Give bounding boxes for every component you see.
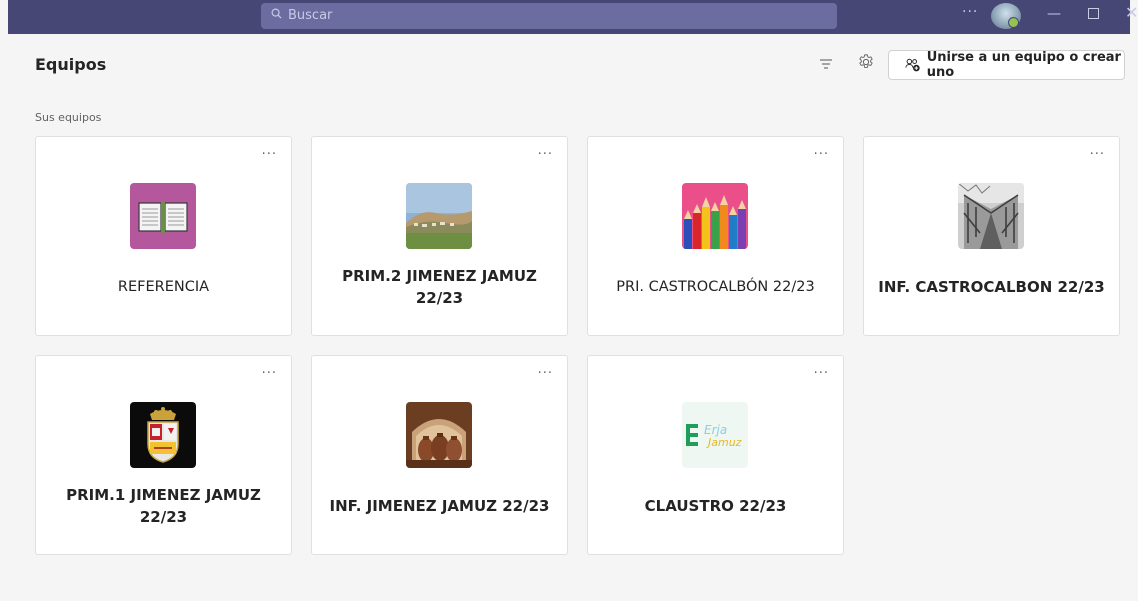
- pencils-photo: [682, 183, 748, 249]
- search-placeholder: Buscar: [288, 8, 333, 23]
- bridge-photo: [958, 183, 1024, 249]
- team-card-inf-jimenez-jamuz[interactable]: ··· INF. JIMENEZ JAMUZ 22/23: [311, 355, 568, 555]
- svg-text:Jamuz: Jamuz: [706, 436, 742, 449]
- title-bar: Buscar ··· — ✕: [0, 0, 1138, 36]
- team-name: PRIM.2 JIMENEZ JAMUZ 22/23: [342, 267, 537, 307]
- people-add-icon: [905, 58, 920, 72]
- book-icon: [130, 183, 196, 249]
- join-or-create-team-button[interactable]: Unirse a un equipo o crear uno: [888, 50, 1125, 80]
- search-icon: [271, 3, 282, 29]
- team-name: REFERENCIA: [117, 279, 210, 295]
- card-more-options-icon[interactable]: ···: [1090, 147, 1105, 162]
- landscape-photo: [406, 183, 472, 249]
- team-name: CLAUSTRO 22/23: [644, 497, 787, 515]
- minimize-button[interactable]: —: [1047, 6, 1061, 22]
- team-card-claustro[interactable]: ··· Erja Jamuz CLAUSTRO 22/23: [587, 355, 844, 555]
- team-card-inf-castrocalbon[interactable]: ··· INF. CASTROCALBON 22/23: [863, 136, 1120, 336]
- more-options-icon[interactable]: ···: [962, 4, 978, 20]
- avatar[interactable]: [991, 3, 1021, 29]
- team-card-pri-castrocalbon[interactable]: ··· PRI. CASTROCALBÓN 22/23: [587, 136, 844, 336]
- page-title: Equipos: [35, 55, 107, 74]
- team-card-prim2-jimenez-jamuz[interactable]: ··· PRIM.2 JIMENEZ JAMUZ 22/23: [311, 136, 568, 336]
- search-input[interactable]: Buscar: [261, 3, 837, 29]
- team-name: PRI. CASTROCALBÓN 22/23: [616, 279, 815, 295]
- cra-logo: Erja Jamuz: [682, 402, 748, 468]
- card-more-options-icon[interactable]: ···: [538, 366, 553, 381]
- team-name: INF. CASTROCALBON 22/23: [878, 278, 1105, 296]
- card-more-options-icon[interactable]: ···: [814, 366, 829, 381]
- section-label: Sus equipos: [35, 111, 102, 124]
- filter-icon[interactable]: [819, 56, 833, 70]
- team-card-prim1-jimenez-jamuz[interactable]: ··· PRIM.1 JIMENEZ JAMUZ 22/23: [35, 355, 292, 555]
- close-button[interactable]: ✕: [1125, 3, 1138, 22]
- team-name: PRIM.1 JIMENEZ JAMUZ 22/23: [66, 486, 261, 526]
- pottery-photo: [406, 402, 472, 468]
- svg-text:Erja: Erja: [704, 423, 727, 437]
- card-more-options-icon[interactable]: ···: [814, 147, 829, 162]
- coat-of-arms: [130, 402, 196, 468]
- card-more-options-icon[interactable]: ···: [538, 147, 553, 162]
- teams-header: Equipos Unirse a un equipo o crear uno: [8, 36, 1138, 98]
- card-more-options-icon[interactable]: ···: [262, 366, 277, 381]
- join-button-label: Unirse a un equipo o crear uno: [926, 50, 1121, 80]
- card-more-options-icon[interactable]: ···: [262, 147, 277, 162]
- gear-icon[interactable]: [857, 53, 875, 71]
- team-card-referencia[interactable]: ··· REFERENCIA: [35, 136, 292, 336]
- maximize-button[interactable]: [1088, 8, 1099, 19]
- team-name: INF. JIMENEZ JAMUZ 22/23: [329, 497, 550, 515]
